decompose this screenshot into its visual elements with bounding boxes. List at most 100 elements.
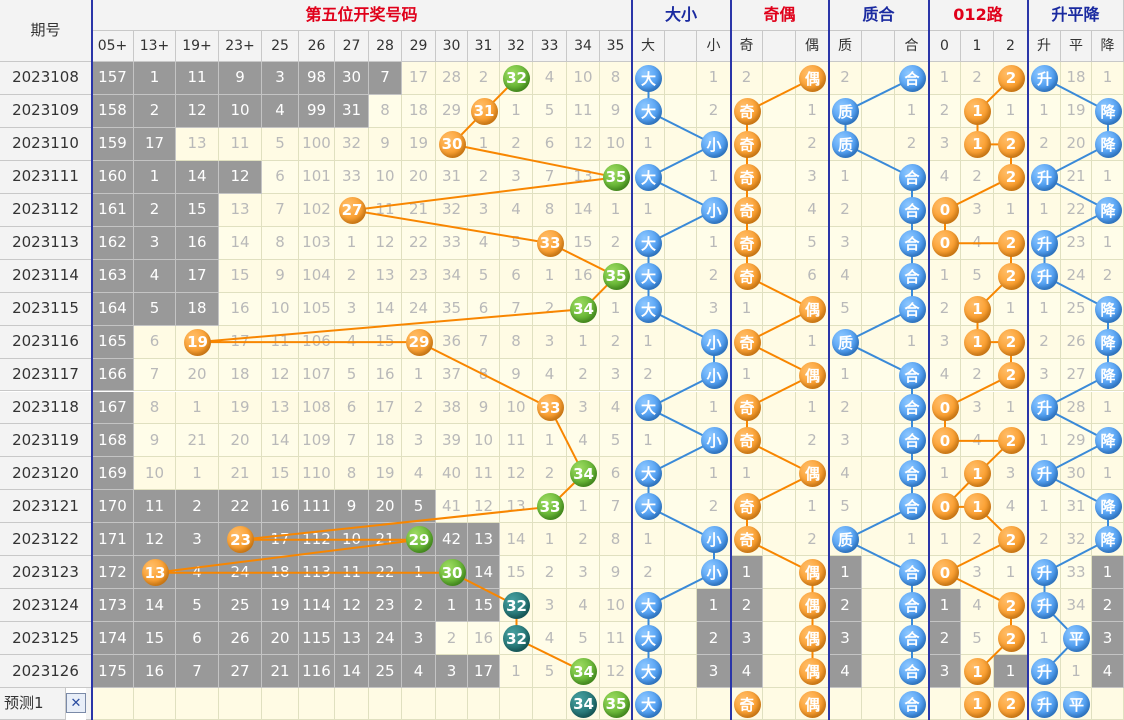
lu-subheader: 1	[961, 31, 994, 62]
zhihe-cell	[862, 556, 895, 590]
number-cell: 7	[176, 655, 219, 689]
jiang-ball: 降	[1094, 361, 1122, 389]
number-cell: 115	[299, 622, 335, 656]
predicted-lu-1-ball: 1	[964, 690, 991, 718]
sheng-section-title: 升平降	[1028, 0, 1124, 31]
number-cell: 1	[134, 160, 176, 194]
sheng-cell: 1	[1092, 160, 1124, 194]
pos5-subheader: 32	[500, 31, 533, 62]
he-ball: 合	[898, 229, 926, 257]
number-cell: 14	[369, 292, 402, 326]
jiou-cell	[763, 457, 796, 491]
sheng-cell: 4	[1092, 655, 1124, 689]
number-cell: 15	[219, 259, 262, 293]
jiou-cell	[763, 358, 796, 392]
lu-2-ball: 2	[997, 64, 1025, 92]
daxiao-cell: 1	[697, 457, 731, 491]
daxiao-cell	[665, 556, 697, 590]
number-cell: 14	[500, 523, 533, 557]
prediction-cell	[335, 688, 369, 720]
number-cell: 11	[219, 127, 262, 161]
lu-cell: 1	[929, 62, 961, 95]
number-cell: 3	[176, 523, 219, 557]
daxiao-subheader	[665, 31, 697, 62]
daxiao-cell: 1	[697, 589, 731, 623]
number-cell: 7	[369, 62, 402, 95]
daxiao-cell: 2	[632, 556, 665, 590]
zhihe-subheader: 合	[895, 31, 929, 62]
number-cell: 21	[176, 424, 219, 458]
number-cell: 2	[567, 523, 600, 557]
sheng-cell: 2	[1092, 589, 1124, 623]
number-cell: 105	[299, 292, 335, 326]
number-cell: 13	[219, 193, 262, 227]
lu-cell: 4	[929, 358, 961, 392]
jiou-cell	[763, 259, 796, 293]
zhihe-cell	[862, 424, 895, 458]
number-cell: 8	[500, 325, 533, 359]
da-ball: 大	[635, 64, 662, 92]
lu-0-ball: 0	[931, 427, 959, 455]
zhi-ball: 质	[832, 130, 859, 158]
number-cell: 11	[500, 424, 533, 458]
number-cell: 1	[436, 589, 468, 623]
jiang-ball: 降	[1094, 427, 1122, 455]
he-ball: 合	[898, 394, 926, 422]
jiou-cell: 2	[796, 424, 829, 458]
number-cell: 33	[436, 226, 468, 260]
number-cell: 99	[299, 94, 335, 128]
jiang-ball: 降	[1094, 328, 1122, 356]
period-cell: 2023108	[0, 62, 92, 95]
jiou-subheader: 奇	[731, 31, 763, 62]
ping-ball: 平	[1063, 625, 1090, 653]
ou-ball: 偶	[799, 295, 826, 323]
number-cell: 1	[600, 193, 632, 227]
number-cell: 21	[262, 655, 299, 689]
number-cell: 15	[262, 457, 299, 491]
number-cell: 13	[335, 622, 369, 656]
number-cell: 2	[335, 259, 369, 293]
zhihe-cell	[862, 292, 895, 326]
number-cell: 15	[134, 622, 176, 656]
number-cell: 1	[533, 424, 567, 458]
number-cell: 21	[219, 457, 262, 491]
number-cell: 12	[600, 655, 632, 689]
number-cell: 165	[92, 325, 134, 359]
da-ball: 大	[635, 163, 662, 191]
number-cell: 9	[369, 127, 402, 161]
number-cell: 10	[335, 523, 369, 557]
number-cell: 27	[219, 655, 262, 689]
number-cell: 17	[134, 127, 176, 161]
sheng-cell: 1	[1092, 457, 1124, 491]
prediction-cell	[369, 688, 402, 720]
number-cell: 17	[176, 259, 219, 293]
number-cell: 164	[92, 292, 134, 326]
ji-ball: 奇	[733, 394, 761, 422]
number-cell: 36	[436, 325, 468, 359]
number-cell: 12	[567, 127, 600, 161]
jiou-cell: 2	[796, 523, 829, 557]
drawn-number-ball: 33	[536, 394, 564, 422]
number-cell: 1	[500, 94, 533, 128]
lu-1-ball: 1	[964, 658, 991, 686]
number-cell: 1	[402, 358, 436, 392]
jiou-cell	[763, 193, 796, 227]
zhihe-cell: 2	[829, 391, 862, 425]
drawn-number-ball: 19	[184, 328, 211, 356]
he-ball: 合	[898, 64, 926, 92]
number-cell: 6	[600, 457, 632, 491]
close-prediction-button[interactable]: ✕	[66, 693, 86, 714]
jiou-subheader: 偶	[796, 31, 829, 62]
number-cell: 24	[219, 556, 262, 590]
number-cell: 2	[533, 556, 567, 590]
jiou-cell	[763, 424, 796, 458]
period-header: 期号	[0, 0, 92, 62]
number-cell: 15	[500, 556, 533, 590]
period-cell: 2023119	[0, 424, 92, 458]
lu-0-ball: 0	[931, 493, 959, 521]
sheng-cell: 27	[1061, 358, 1092, 392]
number-cell: 12	[468, 490, 500, 524]
sheng-cell: 32	[1061, 523, 1092, 557]
zhihe-cell: 5	[829, 292, 862, 326]
ji-ball: 奇	[733, 196, 761, 224]
